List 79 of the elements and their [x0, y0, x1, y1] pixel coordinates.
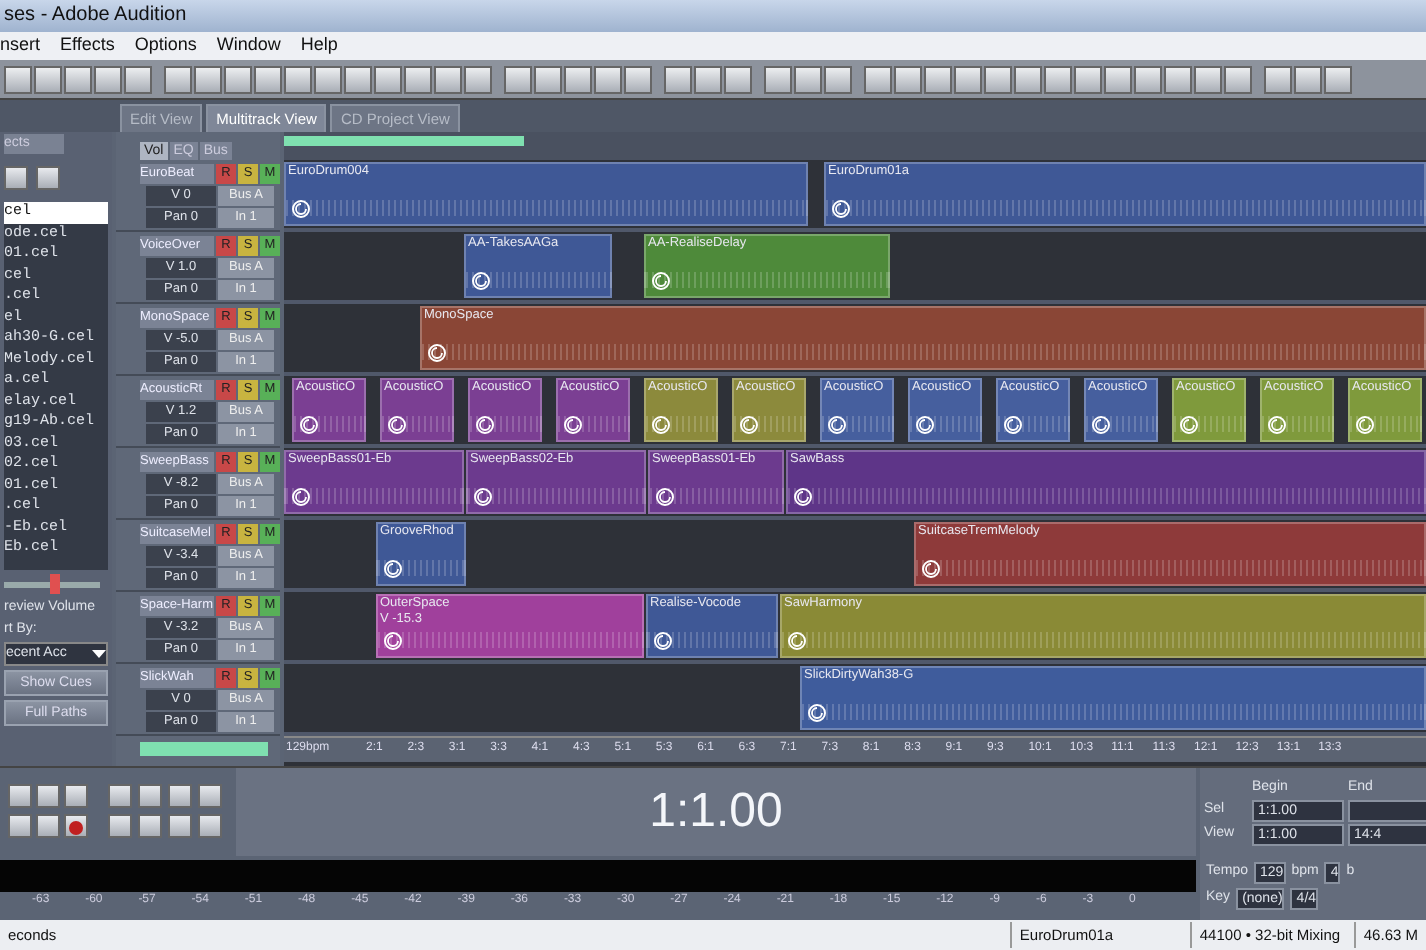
toolbar-button[interactable] — [894, 65, 922, 93]
loop-icon[interactable] — [384, 632, 402, 650]
menu-item[interactable]: Window — [216, 32, 281, 60]
menu-item[interactable]: Effects — [60, 32, 115, 60]
toolbar-button[interactable] — [284, 65, 312, 93]
toolbar-button[interactable] — [124, 65, 152, 93]
loop-icon[interactable] — [916, 416, 934, 434]
toolbar-button[interactable] — [344, 65, 372, 93]
toolbar-button[interactable] — [694, 65, 722, 93]
toolbar-button[interactable] — [764, 65, 792, 93]
loop-icon[interactable] — [1004, 416, 1022, 434]
loop-icon[interactable] — [564, 416, 582, 434]
toolbar-button[interactable] — [1044, 65, 1072, 93]
toolbar-button[interactable] — [404, 65, 432, 93]
toolbar-button[interactable] — [1164, 65, 1192, 93]
toolbar-button[interactable] — [254, 65, 282, 93]
loop-icon[interactable] — [292, 488, 310, 506]
caret-icon — [92, 645, 106, 660]
menu-item[interactable]: nsert — [0, 32, 41, 60]
overview-bar[interactable] — [284, 132, 1426, 160]
loop-icon[interactable] — [292, 200, 310, 218]
loop-icon[interactable] — [472, 272, 490, 290]
loop-icon[interactable] — [654, 632, 672, 650]
toolbar-button[interactable] — [984, 65, 1012, 93]
toolbar-button[interactable] — [64, 65, 92, 93]
toolbar-button[interactable] — [1134, 65, 1162, 93]
slider-thumb[interactable] — [49, 574, 60, 594]
toolbar-button[interactable] — [464, 65, 492, 93]
toolbar-button[interactable] — [1324, 65, 1352, 93]
toolbar-button[interactable] — [794, 65, 822, 93]
loop-icon[interactable] — [1092, 416, 1110, 434]
toolbar-button[interactable] — [1224, 65, 1252, 93]
toolbar-button[interactable] — [34, 65, 62, 93]
loop-icon[interactable] — [794, 488, 812, 506]
toolbar-button[interactable] — [594, 65, 622, 93]
time-field[interactable] — [1348, 800, 1426, 823]
loop-icon[interactable] — [828, 416, 846, 434]
toolbar-button[interactable] — [4, 65, 32, 93]
toolbar-button[interactable] — [224, 65, 252, 93]
toolbar-button[interactable] — [164, 65, 192, 93]
loop-icon[interactable] — [384, 560, 402, 578]
record-icon — [68, 819, 84, 836]
toolbar-button[interactable] — [1074, 65, 1102, 93]
toolbar-button[interactable] — [1294, 65, 1322, 93]
loop-icon[interactable] — [832, 200, 850, 218]
toolbar-button[interactable] — [374, 65, 402, 93]
toolbar-button[interactable] — [824, 65, 852, 93]
loop-icon[interactable] — [388, 416, 406, 434]
window-title: ses - Adobe Audition — [0, 0, 1426, 32]
toolbar-button[interactable] — [724, 65, 752, 93]
toolbar-button[interactable] — [534, 65, 562, 93]
toolbar-button[interactable] — [1194, 65, 1222, 93]
toolbar-button[interactable] — [864, 65, 892, 93]
menu-item[interactable]: Help — [300, 32, 338, 60]
toolbar-button[interactable] — [194, 65, 222, 93]
toolbar-button[interactable] — [1104, 65, 1132, 93]
loop-icon[interactable] — [474, 488, 492, 506]
toolbar-button[interactable] — [954, 65, 982, 93]
loop-icon[interactable] — [922, 560, 940, 578]
toolbar-button[interactable] — [1264, 65, 1292, 93]
loop-icon[interactable] — [652, 272, 670, 290]
loop-icon[interactable] — [428, 344, 446, 362]
toolbar-button[interactable] — [434, 65, 462, 93]
toolbar-button[interactable] — [664, 65, 692, 93]
scroll-bar[interactable] — [140, 742, 268, 756]
toolbar-button[interactable] — [1014, 65, 1042, 93]
menu-item[interactable]: Options — [134, 32, 197, 60]
loop-icon[interactable] — [808, 704, 826, 722]
toolbar-button[interactable] — [924, 65, 952, 93]
time-display: 1:1.00 — [236, 768, 1196, 856]
toolbar-button[interactable] — [504, 65, 532, 93]
loop-icon[interactable] — [299, 416, 318, 434]
toolbar-button[interactable] — [564, 65, 592, 93]
record-button[interactable] — [64, 814, 88, 838]
loop-icon[interactable] — [476, 416, 494, 434]
loop-icon[interactable] — [656, 488, 674, 506]
toolbar-button[interactable] — [624, 65, 652, 93]
toolbar-button[interactable] — [314, 65, 342, 93]
toolbar-button[interactable] — [94, 65, 122, 93]
